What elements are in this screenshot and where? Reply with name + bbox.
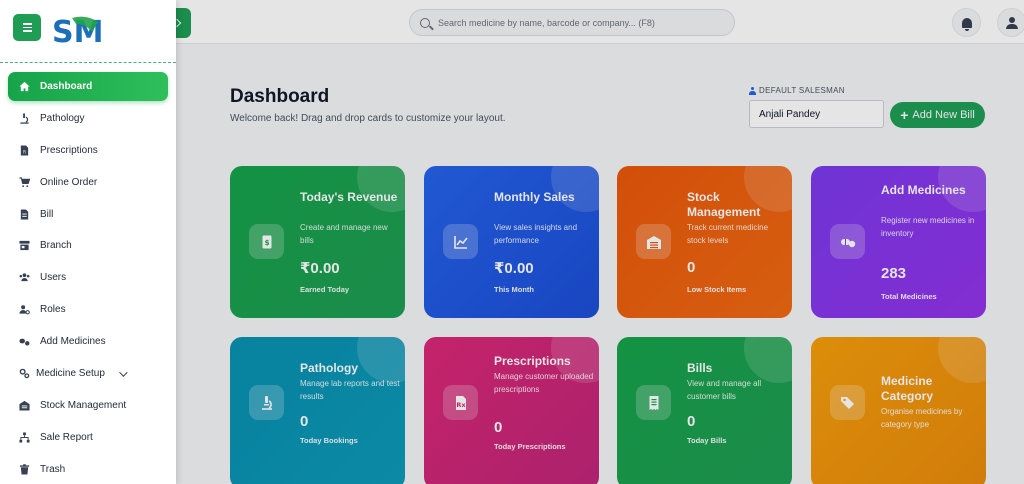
home-icon (19, 81, 30, 92)
sm-logo[interactable]: SM (52, 12, 104, 50)
trash-icon (19, 464, 30, 475)
microscope-icon (19, 113, 30, 124)
menu-toggle-button[interactable] (13, 14, 41, 41)
sidebar-item-label: Sale Report (40, 432, 93, 443)
sidebar-divider (0, 62, 176, 63)
sidebar-item-users[interactable]: Users (8, 263, 168, 292)
svg-text:R: R (23, 149, 26, 154)
sidebar-item-sale-report[interactable]: Sale Report (8, 423, 168, 452)
sidebar-item-medicine-setup[interactable]: Medicine Setup (8, 359, 168, 388)
sidebar-item-label: Online Order (40, 177, 98, 188)
warehouse-icon (19, 400, 30, 411)
sidebar-item-bill[interactable]: Bill (8, 200, 168, 229)
sidebar-item-online-order[interactable]: Online Order (8, 168, 168, 197)
sitemap-icon (19, 432, 30, 443)
sidebar-item-label: Stock Management (40, 400, 127, 411)
sidebar-item-stock-management[interactable]: Stock Management (8, 391, 168, 420)
users-icon (19, 272, 30, 283)
sidebar-item-dashboard[interactable]: Dashboard (8, 72, 168, 101)
hamburger-line (22, 26, 32, 29)
file-invoice-icon (19, 209, 30, 220)
sidebar-item-prescriptions[interactable]: R Prescriptions (8, 136, 168, 165)
sidebar-item-trash[interactable]: Trash (8, 455, 168, 484)
file-prescription-icon: R (19, 145, 30, 156)
sidebar-item-label: Roles (40, 304, 66, 315)
cart-icon (19, 177, 30, 188)
sidebar-item-label: Bill (40, 209, 54, 220)
cogs-icon (19, 368, 30, 379)
sidebar-item-label: Users (40, 272, 67, 283)
sidebar-item-pathology[interactable]: Pathology (8, 104, 168, 133)
hamburger-line (22, 23, 32, 25)
sidebar-item-roles[interactable]: Roles (8, 295, 168, 324)
user-cog-icon (19, 304, 30, 315)
store-icon (19, 240, 30, 251)
pills-icon (19, 336, 30, 347)
sidebar-item-label: Trash (40, 464, 66, 475)
sidebar-item-label: Pathology (40, 113, 85, 124)
sidebar-item-label: Branch (40, 240, 72, 251)
sidebar-item-label: Prescriptions (40, 145, 98, 156)
hamburger-line (22, 30, 32, 32)
sidebar: SM Dashboard Pathology R Prescriptions O… (0, 0, 176, 484)
sidebar-item-label: Add Medicines (40, 336, 106, 347)
sidebar-item-label: Medicine Setup (36, 368, 105, 379)
sidebar-item-branch[interactable]: Branch (8, 231, 168, 260)
sidebar-item-add-medicines[interactable]: Add Medicines (8, 327, 168, 356)
chevron-down-icon[interactable] (119, 367, 128, 377)
sidebar-item-label: Dashboard (40, 81, 93, 92)
